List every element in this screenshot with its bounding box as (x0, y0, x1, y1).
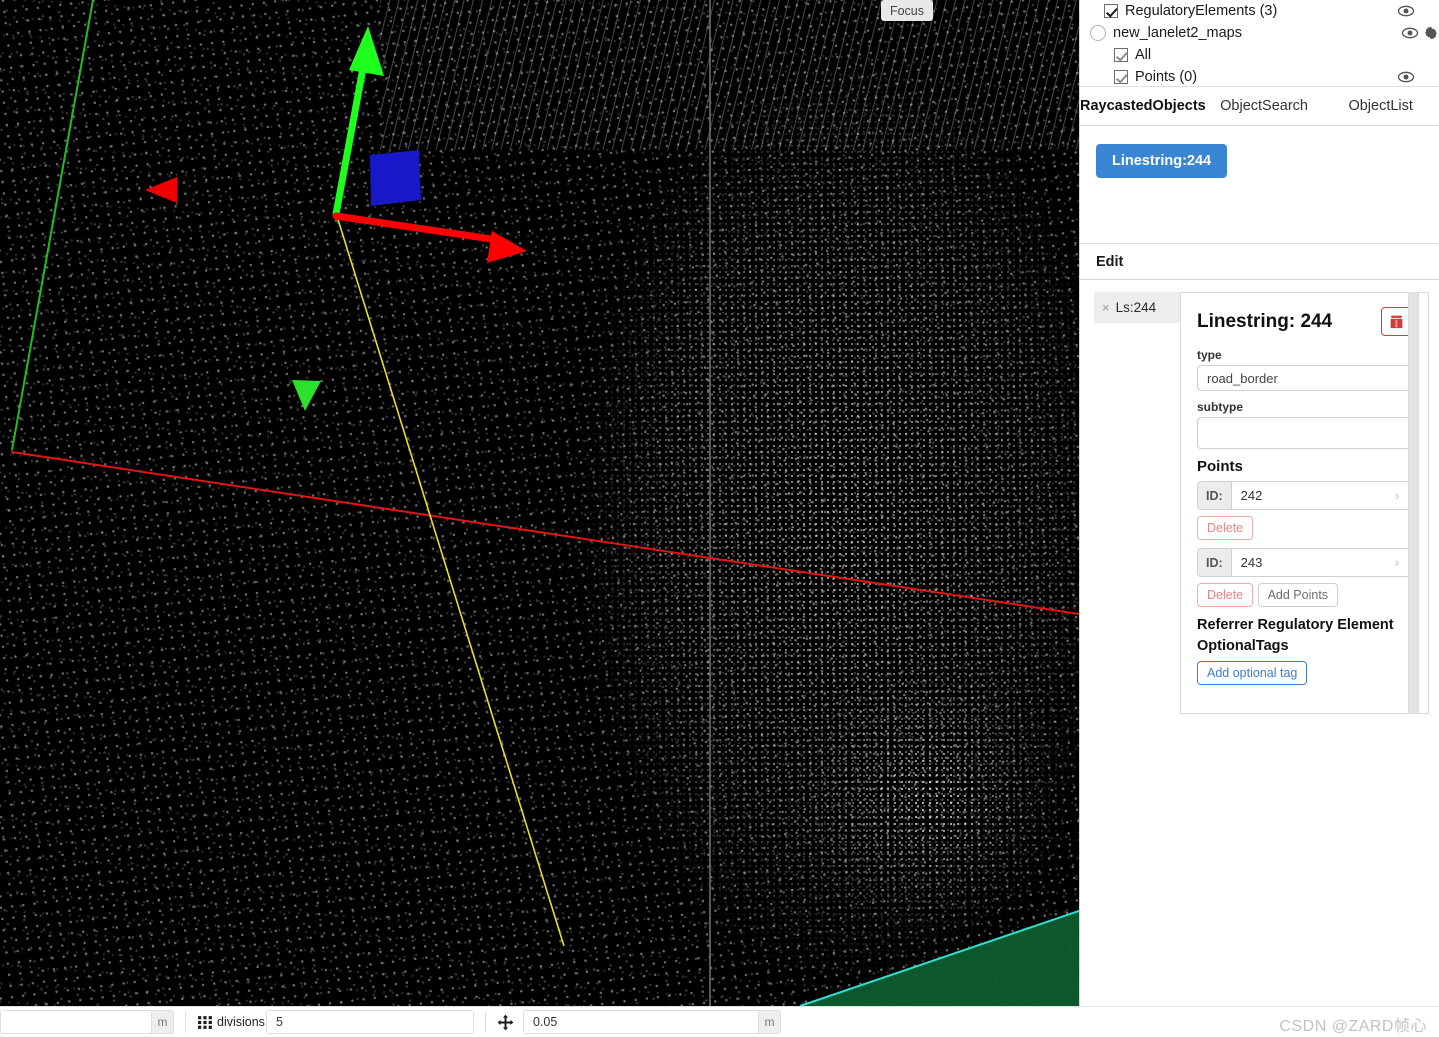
checkbox-regulatory-elements[interactable] (1104, 4, 1118, 18)
edit-tab-label: Ls:244 (1116, 300, 1157, 315)
tree-label-new-lanelet2-maps: new_lanelet2_maps (1113, 25, 1401, 41)
edit-section-header: Edit (1080, 244, 1439, 280)
card-title-row: Linestring: 244 (1197, 307, 1412, 336)
toolbar-divider (185, 1011, 186, 1033)
length-input[interactable] (0, 1010, 152, 1034)
linestring-edit-card: Linestring: 244 type road_border subtype… (1180, 292, 1429, 714)
toolbar-divider (485, 1011, 486, 1033)
tree-label-regulatory-elements: RegulatoryElements (3) (1125, 3, 1397, 19)
tree-label-points: Points (0) (1135, 69, 1397, 85)
edit-panel-scrollbar[interactable] (1408, 292, 1419, 714)
delete-point-button[interactable]: Delete (1197, 583, 1253, 607)
add-optional-tag-button[interactable]: Add optional tag (1197, 661, 1307, 685)
eye-icon[interactable] (1397, 68, 1415, 86)
point-id-label: ID: (1198, 482, 1232, 509)
layer-tree[interactable]: RegulatoryElements (3) new_lanelet2_maps (1080, 0, 1439, 87)
tab-object-search[interactable]: ObjectSearch (1206, 98, 1323, 114)
step-input[interactable]: 0.05 (523, 1010, 759, 1034)
raycasted-objects-body: Linestring:244 (1080, 126, 1439, 244)
gear-icon[interactable] (1423, 25, 1439, 41)
bottom-toolbar: m divisions 5 0.05 m (0, 1006, 1439, 1037)
point-id-label: ID: (1198, 549, 1232, 576)
add-points-button[interactable]: Add Points (1258, 583, 1338, 607)
tab-raycasted-objects[interactable]: RaycastedObjects (1080, 98, 1206, 114)
point-cloud-dense-cluster-2 (760, 640, 1079, 970)
divisions-input[interactable]: 5 (266, 1010, 474, 1034)
close-icon[interactable]: × (1102, 300, 1110, 315)
edit-area: × Ls:244 Linestring: 244 type (1094, 292, 1429, 714)
checkbox-all[interactable] (1114, 48, 1128, 62)
move-arrows-icon (497, 1014, 514, 1031)
optional-tags-label: OptionalTags (1197, 636, 1412, 657)
checkbox-points[interactable] (1114, 70, 1128, 84)
point-row[interactable]: ID: 243 › (1197, 548, 1412, 577)
tree-row-new-lanelet2-maps[interactable]: new_lanelet2_maps (1080, 22, 1439, 44)
tree-label-all: All (1135, 47, 1397, 63)
divisions-label: divisions (217, 1015, 265, 1029)
length-unit-suffix: m (152, 1010, 174, 1034)
grid-icon (197, 1014, 214, 1031)
type-field-label: type (1197, 348, 1412, 362)
step-unit-suffix: m (759, 1010, 781, 1034)
edit-tab-ls-244[interactable]: × Ls:244 (1094, 292, 1180, 323)
focus-button[interactable]: Focus (881, 0, 933, 21)
radio-new-lanelet2-maps[interactable] (1090, 25, 1106, 41)
subtype-input[interactable] (1197, 417, 1412, 449)
card-title: Linestring: 244 (1197, 311, 1332, 333)
chevron-right-icon[interactable]: › (1383, 482, 1411, 509)
point-id-value[interactable]: 243 (1232, 549, 1383, 576)
step-field-group: 0.05 m (497, 1010, 781, 1034)
tree-row-points[interactable]: Points (0) (1080, 66, 1439, 87)
edit-tab-column: × Ls:244 (1094, 292, 1180, 714)
tab-object-list[interactable]: ObjectList (1322, 98, 1439, 114)
eye-icon[interactable] (1401, 24, 1419, 42)
points-section-title: Points (1197, 458, 1412, 475)
point-id-value[interactable]: 242 (1232, 482, 1383, 509)
trash-icon (1388, 314, 1405, 330)
tree-row-all[interactable]: All (1080, 44, 1439, 66)
type-input[interactable]: road_border (1197, 365, 1412, 391)
referrer-regulatory-element-label: Referrer Regulatory Element (1197, 615, 1412, 636)
chevron-right-icon[interactable]: › (1383, 549, 1411, 576)
subtype-field-label: subtype (1197, 400, 1412, 414)
watermark: CSDN @ZARD帧心 (1279, 1012, 1427, 1036)
length-field-group: m (0, 1010, 174, 1034)
panel-tab-bar[interactable]: RaycastedObjects ObjectSearch ObjectList (1080, 87, 1439, 126)
tree-row-regulatory-elements[interactable]: RegulatoryElements (3) (1080, 0, 1439, 22)
divisions-field-group: divisions 5 (197, 1010, 474, 1034)
delete-point-button[interactable]: Delete (1197, 516, 1253, 540)
eye-icon[interactable] (1397, 2, 1415, 20)
right-side-panel: RegulatoryElements (3) new_lanelet2_maps (1079, 0, 1439, 1006)
raycasted-linestring-chip[interactable]: Linestring:244 (1096, 144, 1227, 178)
point-row[interactable]: ID: 242 › (1197, 481, 1412, 510)
3d-viewport[interactable]: Focus (0, 0, 1079, 1006)
app-root: Focus RegulatoryElements (3) new_lanelet… (0, 0, 1439, 1037)
